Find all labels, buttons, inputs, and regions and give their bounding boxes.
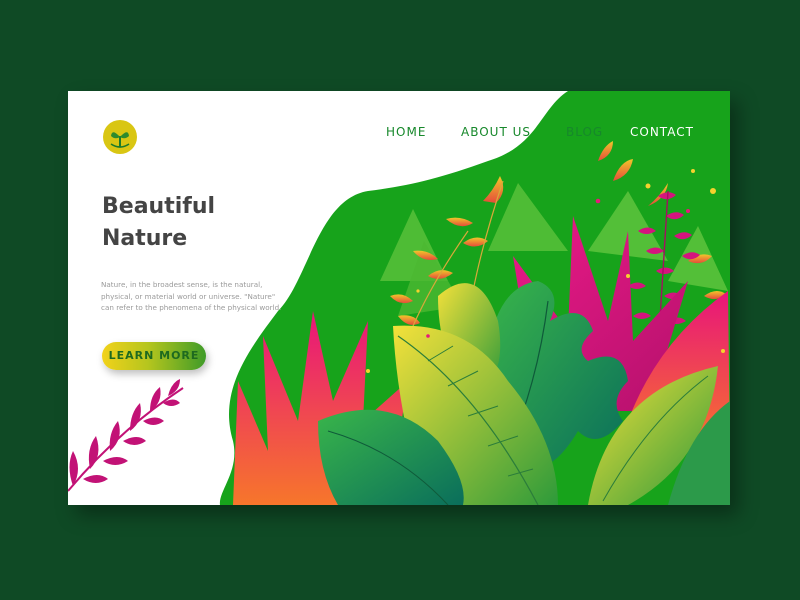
- page-title: Beautiful Nature: [102, 191, 302, 255]
- title-line-1: Beautiful: [102, 194, 216, 219]
- learn-more-button[interactable]: LEARN MORE: [102, 342, 206, 370]
- nav-home[interactable]: HOME: [386, 125, 426, 139]
- title-line-2: Nature: [102, 226, 188, 251]
- magenta-fern: [68, 379, 184, 492]
- main-nav: HOME ABOUT US BLOG CONTACT: [68, 125, 730, 145]
- nav-blog[interactable]: BLOG: [566, 125, 603, 139]
- hero-description: Nature, in the broadest sense, is the na…: [101, 280, 282, 312]
- nav-contact[interactable]: CONTACT: [630, 125, 694, 139]
- landing-page-card: HOME ABOUT US BLOG CONTACT Beautiful Nat…: [68, 91, 730, 505]
- nav-about-us[interactable]: ABOUT US: [461, 125, 531, 139]
